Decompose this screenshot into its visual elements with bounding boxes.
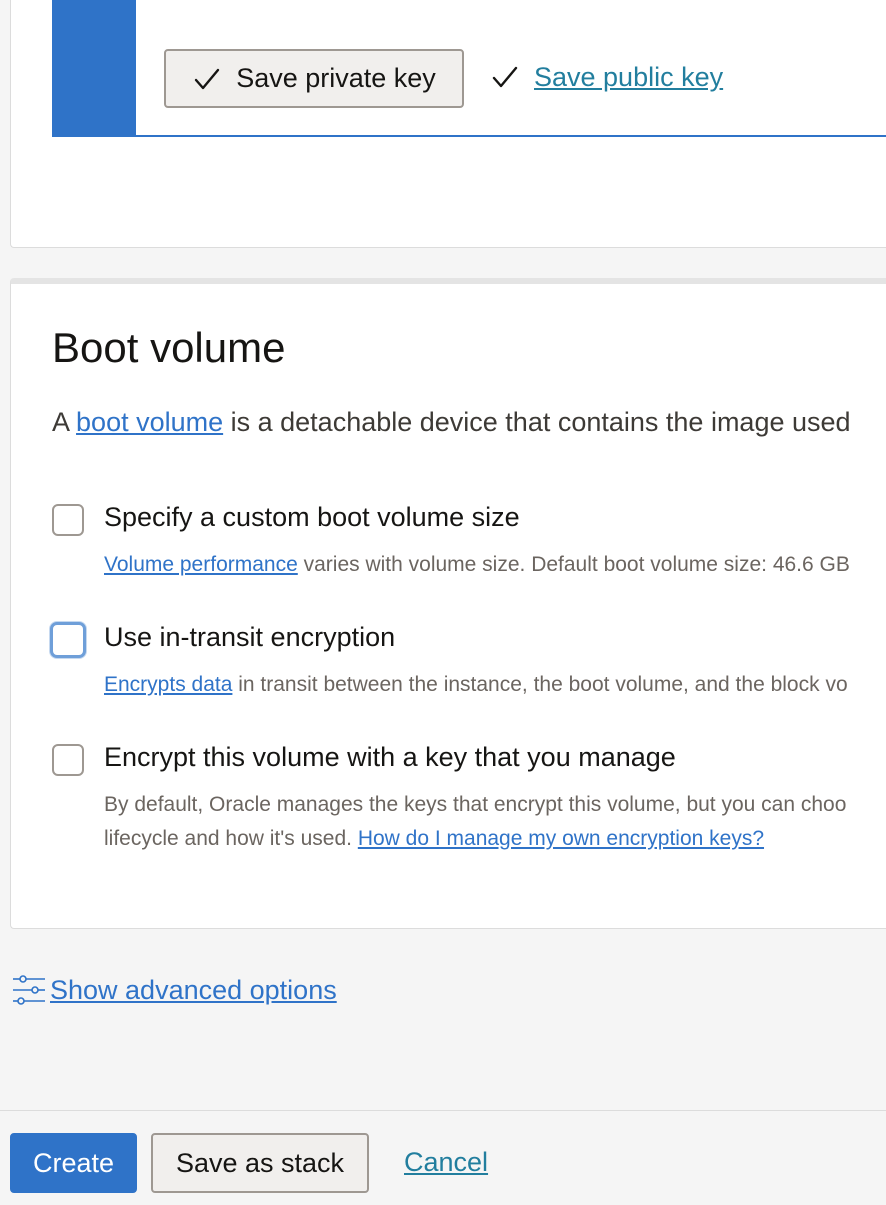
sliders-icon [13,975,45,1005]
ssh-key-notice: Save private key Save public key [52,0,886,137]
manage-keys-help-link[interactable]: How do I manage my own encryption keys? [358,827,764,850]
description-prefix: A [52,407,77,437]
ssh-key-card: Save private key Save public key [10,0,886,248]
cancel-link[interactable]: Cancel [404,1147,488,1178]
show-advanced-options-link[interactable]: Show advanced options [50,975,337,1006]
save-private-key-button[interactable]: Save private key [164,49,464,108]
managed-key-help-line2-text: lifecycle and how it's used. [104,827,358,850]
boot-volume-title: Boot volume [52,324,286,371]
save-private-key-label: Save private key [236,63,436,93]
managed-key-help-line1: By default, Oracle manages the keys that… [104,793,847,816]
custom-size-help: Volume performance varies with volume si… [104,548,850,582]
notice-accent-bar [52,0,136,135]
custom-size-checkbox[interactable] [52,504,84,536]
save-public-key-link[interactable]: Save public key [534,62,723,93]
managed-key-help: By default, Oracle manages the keys that… [104,788,846,856]
checkmark-icon [492,66,518,88]
encrypts-data-link[interactable]: Encrypts data [104,673,232,696]
in-transit-encryption-help: Encrypts data in transit between the ins… [104,668,848,702]
in-transit-help-text: in transit between the instance, the boo… [232,673,848,696]
managed-key-checkbox[interactable] [52,744,84,776]
volume-performance-link[interactable]: Volume performance [104,553,298,576]
in-transit-encryption-label[interactable]: Use in-transit encryption [104,622,395,653]
managed-key-help-line2: lifecycle and how it's used. How do I ma… [104,822,846,856]
custom-size-label[interactable]: Specify a custom boot volume size [104,502,520,533]
in-transit-encryption-checkbox[interactable] [50,622,86,658]
footer-action-bar: Create Save as stack Cancel [0,1110,886,1205]
create-button[interactable]: Create [10,1133,137,1193]
show-advanced-options[interactable]: Show advanced options [11,972,337,1008]
save-public-key-group: Save public key [490,57,723,97]
managed-key-label[interactable]: Encrypt this volume with a key that you … [104,742,676,773]
boot-volume-card: Boot volume A boot volume is a detachabl… [10,278,886,929]
boot-volume-description: A boot volume is a detachable device tha… [52,407,851,438]
boot-volume-link[interactable]: boot volume [76,407,223,437]
description-suffix: is a detachable device that contains the… [223,407,851,437]
save-as-stack-button[interactable]: Save as stack [151,1133,369,1193]
custom-size-help-text: varies with volume size. Default boot vo… [297,553,850,576]
checkmark-icon [194,68,220,89]
